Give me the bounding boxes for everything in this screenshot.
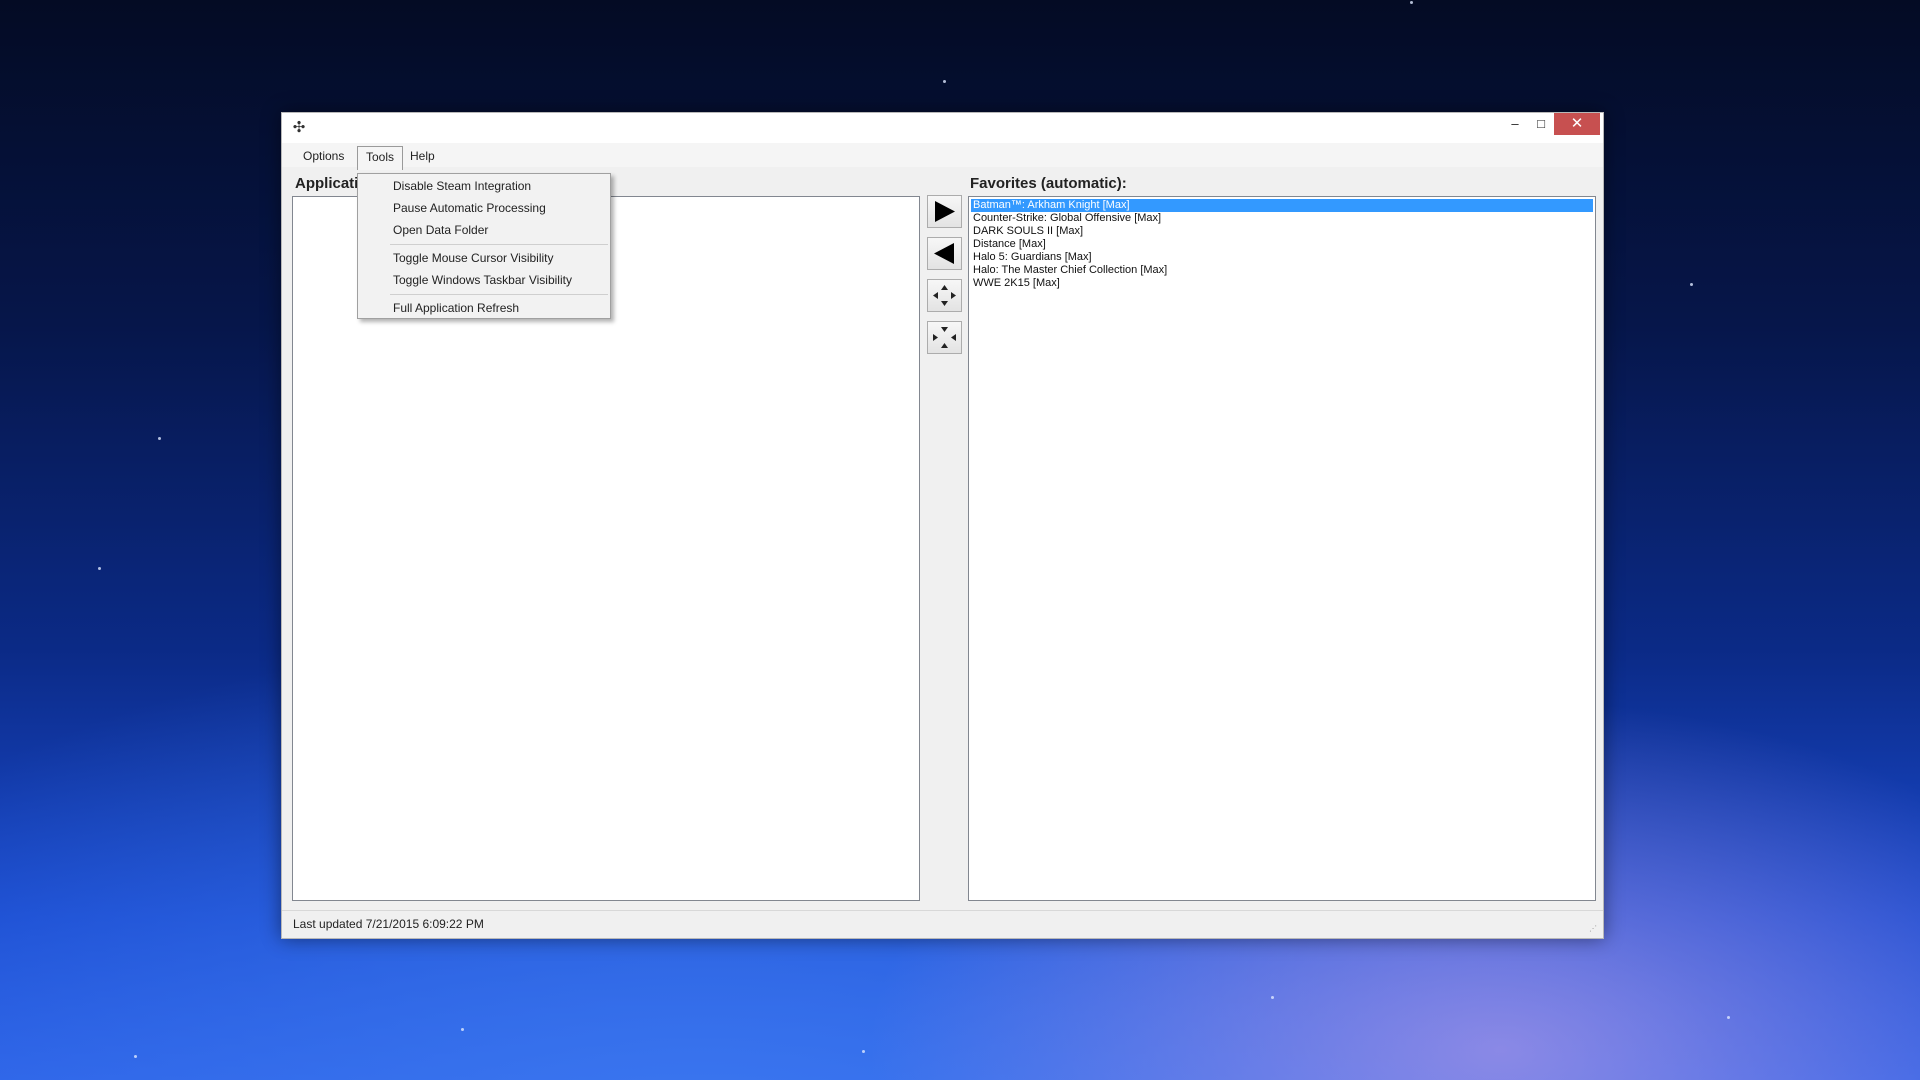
minimize-button[interactable]: –: [1502, 113, 1528, 135]
favorites-title: Favorites (automatic):: [970, 175, 1127, 192]
favorites-list[interactable]: Batman™: Arkham Knight [Max] Counter-Str…: [968, 196, 1596, 901]
menu-item-open-data-folder[interactable]: Open Data Folder: [393, 220, 488, 240]
star: [158, 437, 161, 440]
list-item[interactable]: DARK SOULS II [Max]: [971, 225, 1593, 238]
collapse-button[interactable]: [927, 321, 962, 354]
title-bar[interactable]: ✣ – □ ✕: [282, 113, 1603, 143]
menu-separator: [390, 244, 608, 245]
tools-dropdown-menu: Disable Steam Integration Pause Automati…: [357, 173, 611, 319]
resize-grip-icon[interactable]: ⋰: [1589, 924, 1599, 934]
menu-item-toggle-taskbar[interactable]: Toggle Windows Taskbar Visibility: [393, 270, 572, 290]
status-bar: Last updated 7/21/2015 6:09:22 PM ⋰: [282, 910, 1603, 938]
star: [1727, 1016, 1730, 1019]
close-button[interactable]: ✕: [1554, 113, 1600, 135]
app-window: ✣ – □ ✕ Options Tools Help Applicati Fav…: [281, 112, 1604, 939]
menu-help[interactable]: Help: [402, 146, 443, 166]
expand-button[interactable]: [927, 279, 962, 312]
star: [98, 567, 101, 570]
star: [943, 80, 946, 83]
move-to-favorites-button[interactable]: [927, 195, 962, 228]
star: [1271, 996, 1274, 999]
menu-item-pause-automatic-processing[interactable]: Pause Automatic Processing: [393, 198, 546, 218]
list-item[interactable]: Halo: The Master Chief Collection [Max]: [971, 264, 1593, 277]
menu-item-toggle-mouse-cursor[interactable]: Toggle Mouse Cursor Visibility: [393, 248, 554, 268]
list-item[interactable]: Halo 5: Guardians [Max]: [971, 251, 1593, 264]
list-item[interactable]: Counter-Strike: Global Offensive [Max]: [971, 212, 1593, 225]
expand-vertical-icon: [933, 285, 956, 306]
applications-title: Applicati: [295, 175, 359, 192]
list-item[interactable]: WWE 2K15 [Max]: [971, 277, 1593, 290]
move-to-applications-button[interactable]: [927, 237, 962, 270]
arrow-right-icon: [935, 201, 955, 222]
arrow-left-icon: [934, 243, 954, 264]
app-logo-icon: ✣: [292, 119, 306, 136]
star: [134, 1055, 137, 1058]
list-item[interactable]: Batman™: Arkham Knight [Max]: [971, 199, 1593, 212]
star: [862, 1050, 865, 1053]
menu-item-disable-steam-integration[interactable]: Disable Steam Integration: [393, 176, 531, 196]
star: [1410, 1, 1413, 4]
list-item[interactable]: Distance [Max]: [971, 238, 1593, 251]
menu-separator: [390, 294, 608, 295]
star: [1690, 283, 1693, 286]
menu-options[interactable]: Options: [295, 146, 352, 166]
collapse-vertical-icon: [933, 327, 956, 348]
menu-bar: Options Tools Help: [282, 143, 1603, 170]
maximize-button[interactable]: □: [1528, 113, 1554, 135]
menu-item-full-refresh[interactable]: Full Application Refresh: [393, 298, 519, 318]
star: [461, 1028, 464, 1031]
menu-tools[interactable]: Tools: [357, 146, 404, 170]
last-updated-text: Last updated 7/21/2015 6:09:22 PM: [293, 917, 484, 931]
